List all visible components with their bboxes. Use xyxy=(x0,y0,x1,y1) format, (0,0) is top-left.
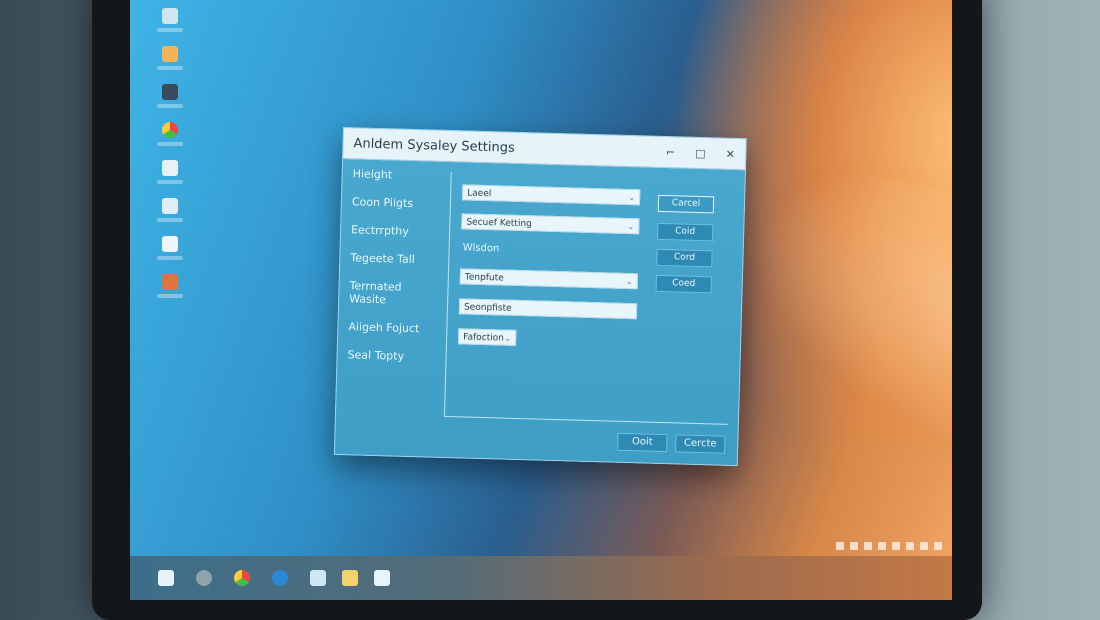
tray-icon[interactable] xyxy=(850,542,858,550)
explorer-icon[interactable] xyxy=(310,570,326,586)
dropdown-1[interactable]: Laeel ⌄ xyxy=(461,184,641,206)
sidebar-item-height[interactable]: Hielght xyxy=(353,167,443,183)
tray-icon[interactable] xyxy=(934,542,942,550)
sidebar-item-aiigeh-fojuct[interactable]: Aiigeh Fojuct xyxy=(348,320,438,336)
cancel-button[interactable]: Cercte xyxy=(675,434,726,454)
sidebar-item-coon-piigts[interactable]: Coon Piigts xyxy=(352,195,442,211)
system-tray xyxy=(836,542,942,550)
notes-icon[interactable] xyxy=(342,570,358,586)
media-icon[interactable] xyxy=(150,274,190,312)
dropdown-2-value: Secuef Ketting xyxy=(466,217,532,230)
chrome-icon[interactable] xyxy=(234,570,250,586)
sidebar-item-eectrrpthy[interactable]: Eectrrpthy xyxy=(351,223,441,239)
sidebar: Hielght Coon Piigts Eectrrpthy Tegeete T… xyxy=(347,167,443,378)
tray-icon[interactable] xyxy=(864,542,872,550)
chevron-down-icon: ⌄ xyxy=(628,192,636,203)
cord-button[interactable]: Cord xyxy=(656,248,713,268)
dropdown-2[interactable]: Secuef Ketting ⌄ xyxy=(461,213,640,235)
text-input-value: Seonpfiste xyxy=(463,302,512,314)
tray-icon[interactable] xyxy=(892,542,900,550)
chrome-icon[interactable] xyxy=(150,122,190,160)
chevron-down-icon: ⌄ xyxy=(627,221,635,232)
small-select-value: Fafoction xyxy=(463,332,505,344)
dialog-title: Anldem Sysaley Settings xyxy=(353,135,515,156)
chevron-down-icon: ⌄ xyxy=(625,276,633,287)
tray-icon[interactable] xyxy=(906,542,914,550)
document-icon[interactable] xyxy=(150,160,190,198)
start-icon[interactable] xyxy=(158,570,174,586)
desktop-icons xyxy=(150,8,190,312)
minimize-icon[interactable]: ⌐ xyxy=(655,145,685,159)
sidebar-item-seal-topty[interactable]: Seal Topty xyxy=(347,348,437,364)
music-icon[interactable] xyxy=(150,198,190,236)
tray-icon[interactable] xyxy=(920,542,928,550)
small-select[interactable]: Fafoction ⌄ xyxy=(457,328,517,346)
sidebar-item-terrnated-wasite[interactable]: Terrnated Wasite xyxy=(349,279,440,308)
maximize-icon[interactable]: □ xyxy=(685,146,715,160)
tray-icon[interactable] xyxy=(836,542,844,550)
edge-icon[interactable] xyxy=(272,570,288,586)
dialog-body: Hielght Coon Piigts Eectrrpthy Tegeete T… xyxy=(335,159,745,464)
window-label: Wlsdon xyxy=(462,242,500,255)
carcel-button[interactable]: Carcel xyxy=(657,194,715,214)
taskbar xyxy=(130,542,952,600)
tray-icon[interactable] xyxy=(878,542,886,550)
app-icon[interactable] xyxy=(374,570,390,586)
coid-button[interactable]: Coid xyxy=(656,222,714,242)
sidebar-item-tegeete-tall[interactable]: Tegeete Tall xyxy=(350,251,440,267)
dropdown-3-value: Tenpfute xyxy=(464,272,504,284)
dropdown-3[interactable]: Tenpfute ⌄ xyxy=(459,268,639,290)
recycle-bin-icon[interactable] xyxy=(150,8,190,46)
search-icon[interactable] xyxy=(196,570,212,586)
file-icon[interactable] xyxy=(150,236,190,274)
coed-button[interactable]: Coed xyxy=(655,274,712,294)
horizontal-divider xyxy=(443,415,728,425)
photo-icon[interactable] xyxy=(150,84,190,122)
text-input[interactable]: Seonpfiste xyxy=(458,298,638,320)
dropdown-1-value: Laeel xyxy=(467,188,492,200)
vertical-divider xyxy=(443,172,452,416)
ok-button[interactable]: Ooit xyxy=(617,432,668,453)
close-icon[interactable]: ✕ xyxy=(715,147,745,161)
settings-dialog: Anldem Sysaley Settings ⌐ □ ✕ Hielght Co… xyxy=(333,127,747,467)
folder-icon[interactable] xyxy=(150,46,190,84)
chevron-down-icon: ⌄ xyxy=(504,333,512,343)
